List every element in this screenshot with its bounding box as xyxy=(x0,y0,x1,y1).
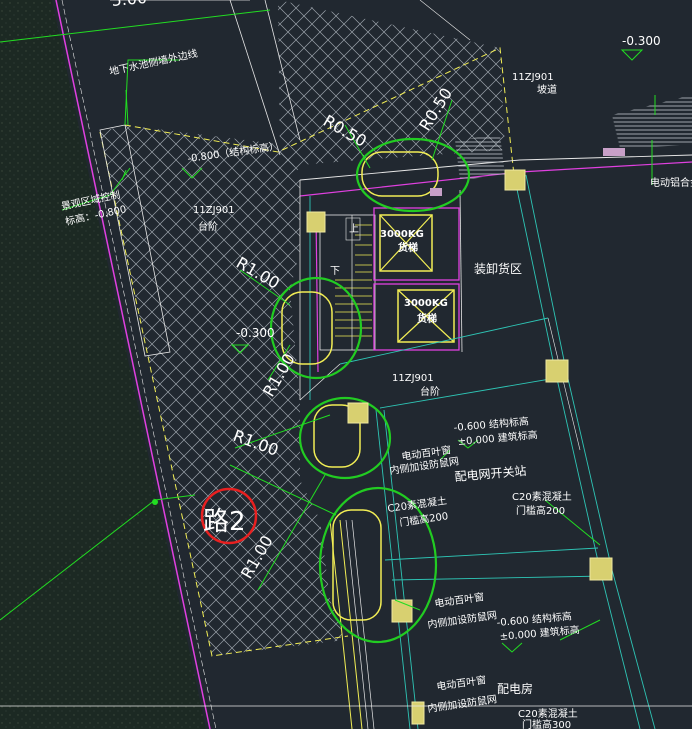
shutter-c-label-1: 电动百叶窗 xyxy=(436,673,487,693)
aluminum-door-label: 电动铝合金卷 xyxy=(650,176,692,189)
lower-wall-white-2 xyxy=(351,519,375,729)
road-marker-label: 路2 xyxy=(203,507,246,537)
lower-wall-white-1 xyxy=(345,519,369,729)
std-top-label: 11ZJ901 xyxy=(512,72,554,83)
room-divider-1 xyxy=(339,317,549,365)
lower-wall-yellow-2 xyxy=(339,519,363,729)
top-wall-line xyxy=(229,0,281,156)
steps-mid-label: 台阶 xyxy=(420,385,440,398)
elevator2-name-label: 货梯 xyxy=(417,312,437,325)
shutter-b-label-1: 电动百叶窗 xyxy=(434,590,485,610)
underground-outline-label: 地下水池侧墙外边线 xyxy=(108,47,199,78)
right-wall-cyan-5 xyxy=(599,569,641,729)
elevator1-load-label: 3000KG xyxy=(380,229,424,240)
room-divider-white xyxy=(299,363,341,401)
shutter-c-label-2: 内侧加设防鼠网 xyxy=(427,692,498,715)
distribution-room-label: 配电房 xyxy=(497,681,533,696)
top-partial-label: 5.00 xyxy=(111,0,148,10)
right-wall-cyan-2 xyxy=(525,174,567,371)
down-arrow-label: 下 xyxy=(330,266,340,277)
loading-area-label: 装卸货区 xyxy=(474,261,522,276)
elevator1-name-label: 货梯 xyxy=(398,241,418,254)
switch-station-label: 配电网开关站 xyxy=(454,464,527,484)
ramp-top-label: 坡道 xyxy=(537,83,557,96)
survey-point xyxy=(152,499,158,505)
room-divider-3 xyxy=(384,547,599,561)
up-arrow-label: 上 xyxy=(349,223,359,235)
elevator2-load-label: 3000KG xyxy=(404,298,448,309)
c20-right-label-1: C20素混凝土 xyxy=(512,490,572,503)
steps-left-label: 台阶 xyxy=(198,220,218,233)
right-wall-cyan-6 xyxy=(611,569,656,729)
std-left-label: 11ZJ901 xyxy=(193,205,235,216)
shutter-b-label-2: 内侧加设防鼠网 xyxy=(427,608,498,631)
c20-bottom-label-2: 门槛高300 xyxy=(522,718,571,729)
right-white-line xyxy=(547,317,581,451)
room-divider-4 xyxy=(391,575,607,581)
right-wall-cyan-4 xyxy=(565,369,613,571)
c20-right-label-2: 门槛高200 xyxy=(516,504,565,517)
stair-treads xyxy=(335,224,372,337)
highlight-ellipse-lower xyxy=(318,486,438,644)
level-left-label: -0.300 xyxy=(236,326,275,340)
cad-plan-svg: 5.00 地下水池侧墙外边线 -0.300 11ZJ901 坡道 R0.50 R… xyxy=(0,0,692,729)
std-mid-label: 11ZJ901 xyxy=(392,373,434,384)
c20-bottom-label-1: C20素混凝土 xyxy=(518,707,578,720)
cad-drawing-canvas: 5.00 地下水池侧墙外边线 -0.300 11ZJ901 坡道 R0.50 R… xyxy=(0,0,692,729)
elevator-divider xyxy=(459,189,463,353)
level-top-right-label: -0.300 xyxy=(622,34,661,48)
